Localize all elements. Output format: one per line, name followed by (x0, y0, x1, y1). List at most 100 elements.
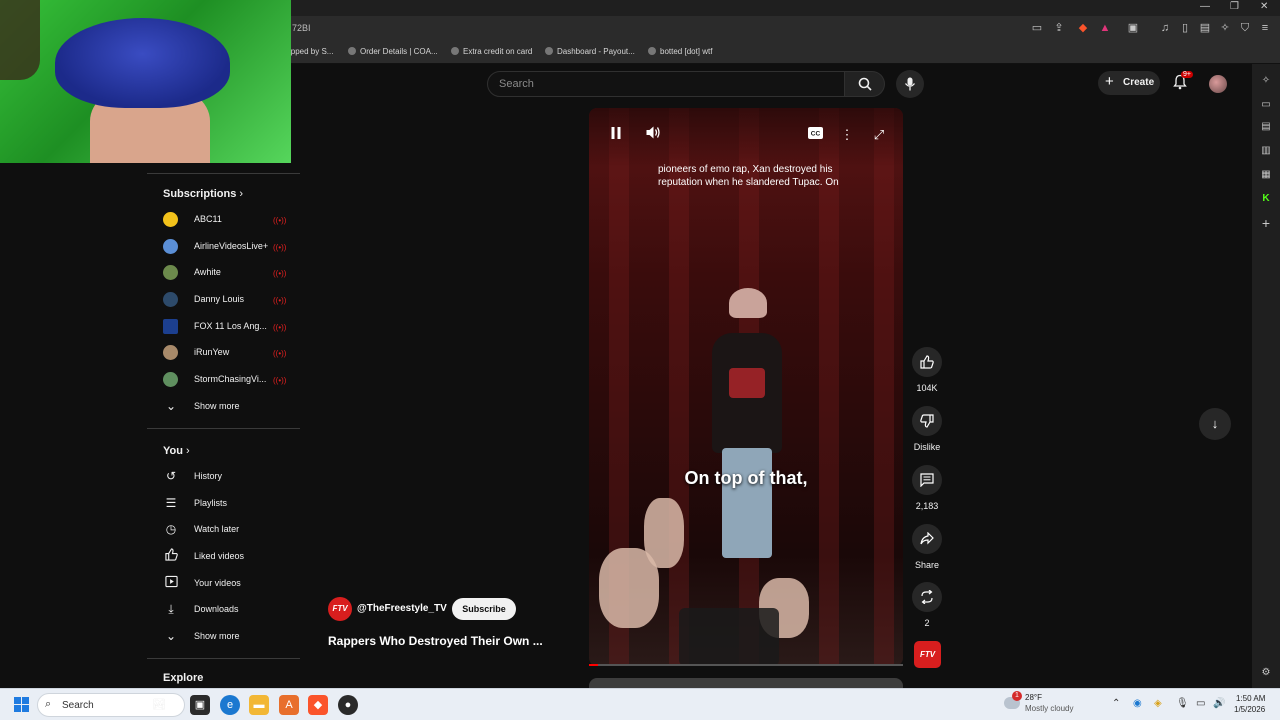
sidebar-item-playlists[interactable]: ☰ Playlists (163, 493, 293, 515)
bookmark-item[interactable]: Order Details | COA... (348, 47, 438, 56)
captions-icon[interactable]: CC (806, 126, 824, 144)
tray-app-icon[interactable]: ◈ (1154, 698, 1162, 709)
video-progress-bar[interactable] (589, 664, 903, 666)
live-icon: ((•)) (273, 349, 287, 358)
sidebar: Subscriptions › ABC11 ((•)) AirlineVideo… (147, 163, 300, 688)
more-options-icon[interactable]: ⋮ (838, 126, 856, 144)
sidebar-item-your-videos[interactable]: Your videos (163, 573, 293, 595)
brave-shield-icon[interactable]: ◆ (1076, 21, 1090, 35)
clock-time[interactable]: 1:50 AM (1236, 694, 1265, 703)
subscriptions-heading[interactable]: Subscriptions › (163, 188, 243, 200)
pause-icon[interactable] (607, 126, 625, 144)
shorts-video-player[interactable]: CC ⋮ ⤢ pioneers of emo rap, Xan destroye… (589, 108, 903, 666)
sidebar-item-watch-later[interactable]: ◷ Watch later (163, 519, 293, 541)
bookmark-item[interactable]: ipped by S... (289, 47, 333, 56)
sidebar-item-history[interactable]: ↺ History (163, 466, 293, 488)
chevron-down-icon: ⌄ (165, 629, 177, 643)
audience-hand (599, 548, 659, 628)
bookmark-item[interactable]: botted [dot] wtf (648, 47, 712, 56)
sidebar-item-downloads[interactable]: ⤓ Downloads (163, 599, 293, 621)
comment-icon (912, 465, 942, 495)
kick-icon[interactable]: K (1259, 192, 1273, 206)
weather-description[interactable]: Mostly cloudy (1025, 704, 1073, 713)
tray-app-icon[interactable]: ◉ (1133, 698, 1142, 709)
playlists-icon: ☰ (165, 496, 177, 510)
subscription-item[interactable]: AirlineVideosLive+ ((•)) (163, 236, 293, 258)
microphone-icon[interactable]: 🎙 (1176, 698, 1189, 709)
subscription-item[interactable]: StormChasingVi... ((•)) (163, 369, 293, 391)
account-avatar[interactable] (1209, 75, 1227, 93)
sidebar-toggle-icon[interactable]: ▯ (1178, 21, 1192, 35)
remix-button[interactable]: 2 (912, 582, 942, 628)
subscription-item[interactable]: iRunYew ((•)) (163, 342, 293, 364)
history-panel-icon[interactable]: ▦ (1259, 168, 1273, 182)
clock-date[interactable]: 1/5/2026 (1234, 705, 1265, 714)
leo-ai-icon[interactable]: ✧ (1218, 21, 1232, 35)
url-text[interactable]: 72BI (292, 23, 311, 33)
subscription-item[interactable]: ABC11 ((•)) (163, 209, 293, 231)
chevron-up-icon[interactable]: ⌃ (1112, 698, 1120, 709)
settings-gear-icon[interactable]: ⚙ (1259, 666, 1273, 680)
like-button[interactable]: 104K (912, 347, 942, 393)
bookmark-item[interactable]: Dashboard - Payout... (545, 47, 635, 56)
subscription-item[interactable]: Danny Louis ((•)) (163, 289, 293, 311)
live-icon: ((•)) (273, 323, 287, 332)
windows-start-icon[interactable] (14, 697, 29, 712)
subscribe-button[interactable]: Subscribe (452, 598, 516, 620)
show-more-you[interactable]: ⌄ Show more (163, 626, 293, 648)
channel-name[interactable]: @TheFreestyle_TV (357, 603, 447, 614)
sidebar-item-liked-videos[interactable]: Liked videos (163, 546, 293, 568)
close-window-icon[interactable]: ✕ (1260, 1, 1268, 12)
curtain-fold (819, 108, 839, 666)
wallet-icon[interactable]: ▤ (1198, 21, 1212, 35)
volume-icon[interactable]: 🔊 (1213, 698, 1225, 709)
show-more-subscriptions[interactable]: ⌄ Show more (163, 396, 293, 418)
brave-rewards-icon[interactable]: ▲ (1098, 21, 1112, 35)
file-explorer-icon[interactable]: ▬ (249, 695, 269, 715)
menu-icon[interactable]: ≡ (1258, 21, 1272, 35)
tv-icon[interactable]: ▭ (1259, 98, 1273, 112)
app-a-icon[interactable]: A (279, 695, 299, 715)
fullscreen-icon[interactable]: ⤢ (870, 126, 888, 144)
create-button[interactable]: + Create (1098, 71, 1160, 95)
weather-temperature[interactable]: 28°F (1025, 693, 1042, 702)
cast-icon[interactable]: ▭ (1030, 21, 1044, 35)
comments-button[interactable]: 2,183 (912, 465, 942, 511)
bookmarks-icon[interactable]: ▥ (1259, 144, 1273, 158)
edge-icon[interactable]: e (220, 695, 240, 715)
volume-icon[interactable] (644, 126, 662, 144)
search-input[interactable]: Search (487, 71, 845, 97)
subscription-name: FOX 11 Los Ang... (194, 321, 267, 331)
you-heading[interactable]: You › (163, 445, 190, 457)
obs-icon[interactable]: ● (338, 695, 358, 715)
brave-icon[interactable]: ◆ (308, 695, 328, 715)
network-icon[interactable]: ▭ (1196, 698, 1205, 709)
subscription-item[interactable]: FOX 11 Los Ang... ((•)) (163, 316, 293, 338)
leo-icon[interactable]: ✧ (1259, 74, 1273, 88)
share-button[interactable]: Share (912, 524, 942, 570)
subscription-item[interactable]: Awhite ((•)) (163, 262, 293, 284)
music-icon[interactable]: ♫ (1158, 21, 1172, 35)
next-short-button[interactable]: ↓ (1199, 408, 1231, 440)
minimize-icon[interactable]: — (1200, 1, 1210, 12)
dislike-button[interactable]: Dislike (912, 406, 942, 452)
bookmark-item[interactable]: Extra credit on card (451, 47, 532, 56)
notifications-button[interactable]: 9+ (1172, 71, 1193, 92)
channel-avatar (163, 319, 178, 334)
explore-heading: Explore (163, 672, 204, 684)
add-panel-icon[interactable]: + (1259, 216, 1273, 230)
reading-list-icon[interactable]: ▤ (1259, 120, 1273, 134)
tab-search-icon[interactable]: ▣ (1126, 21, 1140, 35)
search-button[interactable] (845, 71, 885, 97)
taskbar-search-input[interactable]: ⌕ Search 🏞 (37, 693, 185, 717)
performer-jeans (722, 448, 772, 558)
restore-icon[interactable]: ❐ (1230, 1, 1239, 12)
video-title[interactable]: Rappers Who Destroyed Their Own ... (328, 634, 543, 648)
task-view-icon[interactable]: ▣ (190, 695, 210, 715)
voice-search-button[interactable] (896, 70, 924, 98)
channel-avatar[interactable]: FTV (328, 597, 352, 621)
share-page-icon[interactable]: ⇪ (1052, 21, 1066, 35)
channel-thumbnail-small[interactable]: FTV (914, 641, 941, 668)
sidebar-item-label: Playlists (194, 498, 228, 508)
vpn-icon[interactable]: ⛉ (1238, 21, 1252, 35)
